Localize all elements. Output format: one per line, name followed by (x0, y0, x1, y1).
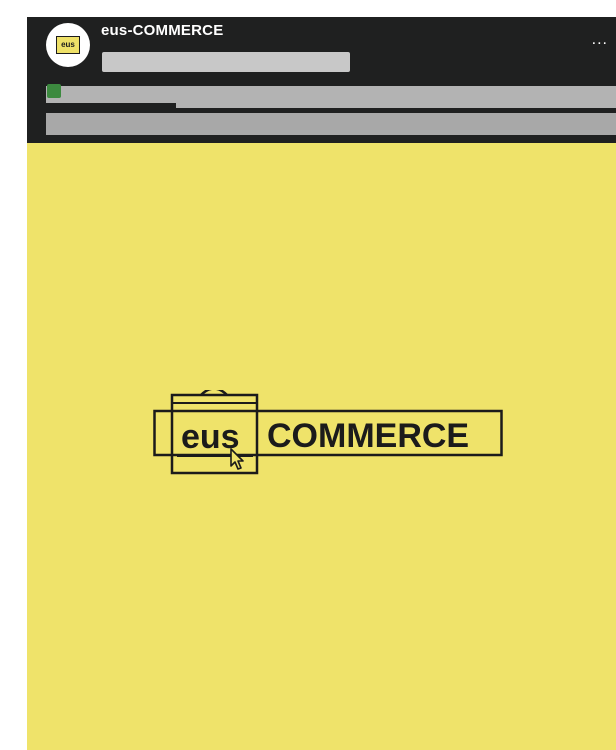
more-options-button[interactable]: ... (592, 31, 608, 49)
eus-commerce-logo: eus COMMERCE (153, 390, 503, 475)
redacted-subtitle (102, 52, 350, 72)
redacted-caption-line (46, 113, 616, 135)
account-name[interactable]: eus-COMMERCE (101, 22, 223, 39)
logo-text-commerce: COMMERCE (267, 417, 469, 455)
account-avatar[interactable]: eus (46, 23, 90, 67)
caption-fragment (46, 103, 176, 109)
post-header: eus eus-COMMERCE ... (27, 17, 616, 143)
post-image[interactable]: eus COMMERCE (27, 143, 616, 750)
green-badge-icon (47, 84, 61, 98)
avatar-logo: eus (56, 36, 80, 54)
social-post: eus eus-COMMERCE ... eus COMMERCE (27, 17, 616, 750)
